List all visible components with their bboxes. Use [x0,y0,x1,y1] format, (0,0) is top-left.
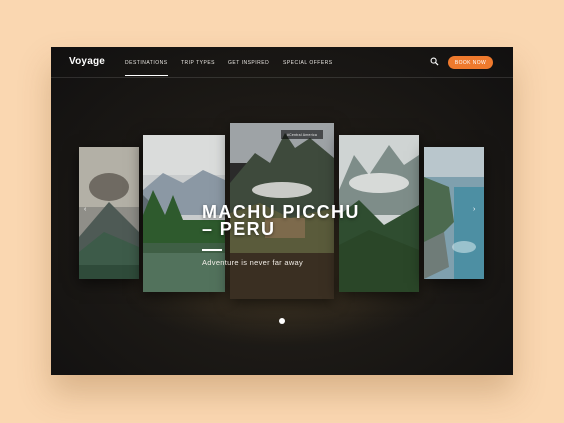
hero-title-line-2: – PERU [202,219,276,239]
location-tag: #Central America [281,130,323,139]
nav-item-get-inspired[interactable]: GET INSPIRED [228,60,269,66]
nav-item-trip-types[interactable]: TRIP TYPES [181,60,215,66]
chevron-left-icon[interactable]: ‹ [84,206,86,213]
top-navbar: Voyage DESTINATIONS TRIP TYPES GET INSPI… [51,47,513,78]
nav-item-special-offers[interactable]: SPECIAL OFFERS [283,60,333,66]
destination-card-volcano[interactable] [79,147,139,279]
app-window: Voyage DESTINATIONS TRIP TYPES GET INSPI… [51,47,513,375]
search-icon[interactable] [430,57,439,66]
brand-logo[interactable]: Voyage [69,56,105,67]
book-now-button[interactable]: BOOK NOW [448,56,493,69]
nav-item-destinations[interactable]: DESTINATIONS [125,60,168,76]
hero-subtitle: Adventure is never far away [202,258,304,267]
destination-card-coastal-cliffs[interactable] [424,147,484,279]
title-underline [202,249,222,251]
hero-title: MACHU PICCHU – PERU [202,203,402,239]
chevron-right-icon[interactable]: › [473,206,475,213]
carousel-pagination-dot[interactable] [279,318,285,324]
